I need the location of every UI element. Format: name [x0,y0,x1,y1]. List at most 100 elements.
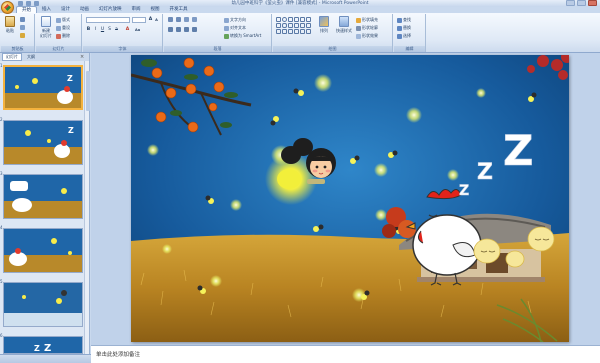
slide-thumbnail-4[interactable] [3,228,83,273]
notes-placeholder[interactable]: 单击此处添加备注 [96,350,140,358]
current-slide[interactable]: Z Z Z [131,55,569,342]
align-right-button[interactable] [184,27,189,32]
text-direction-button[interactable]: 文字方向 [224,17,246,23]
close-button[interactable] [588,0,597,6]
shape-curve-icon[interactable] [288,23,293,28]
paste-button[interactable]: 粘贴 [3,16,17,42]
increase-indent-icon [192,17,197,22]
strikethrough-icon[interactable]: a [114,27,119,33]
office-button[interactable] [1,1,14,14]
shape-arrow-icon[interactable] [294,17,299,22]
pane-scroll-thumb[interactable] [85,71,90,111]
tab-animations[interactable]: 动画 [75,6,94,13]
shape-textbox-icon[interactable] [276,23,281,28]
shrink-font-icon[interactable]: A [154,17,159,23]
shape-rounded-icon[interactable] [282,23,287,28]
align-left-icon [168,27,173,32]
shape-fill-icon [356,17,361,23]
pane-close-icon[interactable]: × [80,54,84,60]
shape-cube-icon[interactable] [306,29,311,34]
shape-outline-button[interactable]: 形状轮廓 [356,25,378,31]
bold-icon[interactable]: B [86,27,91,33]
slide-thumbnail-3[interactable] [3,174,83,219]
shape-callout-icon[interactable] [300,23,305,28]
group-label-font: 字体 [83,46,162,52]
tab-outline-pane[interactable]: 大纲 [24,54,38,60]
smartart-button[interactable]: 转换为 SmartArt [224,33,261,39]
tab-home[interactable]: 开始 [16,6,37,13]
tab-slideshow[interactable]: 幻灯片放映 [94,6,127,13]
justify-button[interactable] [192,27,197,32]
shadow-icon[interactable]: S [107,27,112,33]
shape-fill-label: 形状填充 [362,17,378,22]
change-case-icon[interactable]: Aa [135,27,140,33]
shape-heart-icon[interactable] [282,29,287,34]
font-name-combo[interactable] [86,17,130,23]
tab-design[interactable]: 设计 [56,6,75,13]
italic-icon[interactable]: I [93,27,98,33]
new-slide-button[interactable]: 新建 幻灯片 [38,16,54,42]
minimize-button[interactable] [566,0,575,6]
select-button[interactable]: 选择 [397,33,411,39]
group-label-editing: 编辑 [394,46,425,52]
tab-slides-pane[interactable]: 幻灯片 [2,53,22,61]
layout-label: 版式 [62,17,70,22]
align-center-button[interactable] [176,27,181,32]
thumb-scene: Z Z [4,337,82,354]
slide-thumbnail-1[interactable]: Z [3,65,83,110]
group-slides: 新建 幻灯片 版式 重设 删除 幻灯片 [36,14,82,52]
align-right-icon [184,27,189,32]
shape-fill-button[interactable]: 形状填充 [356,17,378,23]
shape-effects-button[interactable]: 形状效果 [356,33,378,39]
shape-triangle-icon[interactable] [300,17,305,22]
quick-styles-button[interactable]: 快速样式 [335,16,353,42]
numbering-button[interactable] [176,17,181,22]
slide-thumbnail-2[interactable]: Z [3,120,83,165]
svg-text:Z: Z [44,343,51,354]
shape-cloud-icon[interactable] [288,29,293,34]
group-clipboard: 粘贴 剪贴板 [1,14,35,52]
replace-button[interactable]: 替换 [397,25,411,31]
tab-developer[interactable]: 开发工具 [165,6,193,13]
align-text-button[interactable]: 对齐文本 [224,25,246,31]
shape-star-icon[interactable] [306,17,311,22]
pane-scrollbar[interactable] [84,61,90,354]
thumb-scene [4,175,82,218]
quick-styles-label: 快速样式 [336,28,352,33]
font-size-combo[interactable] [132,17,146,23]
increase-indent-button[interactable] [192,17,197,22]
slide-thumbnail-5[interactable] [3,282,83,327]
shape-oval-icon[interactable] [282,17,287,22]
cut-button[interactable] [20,17,25,22]
shape-line-icon[interactable] [288,17,293,22]
underline-icon[interactable]: U [100,27,105,33]
shape-more-icon[interactable] [306,23,311,28]
slide-thumbnail-6[interactable]: Z Z [3,336,83,354]
maximize-button[interactable] [577,0,586,6]
arrange-button[interactable]: 排列 [317,16,331,42]
shape-brace-icon[interactable] [294,23,299,28]
font-color-icon[interactable]: A [125,27,130,33]
shape-banner-icon[interactable] [300,29,305,34]
copy-button[interactable] [20,25,25,30]
new-slide-label: 新建 幻灯片 [40,28,52,38]
shapes-gallery[interactable] [276,17,311,34]
grow-font-icon[interactable]: A [148,17,153,23]
delete-slide-button[interactable]: 删除 [56,33,70,39]
notes-pane[interactable]: 单击此处添加备注 [91,345,600,363]
bullets-button[interactable] [168,17,173,22]
tab-view[interactable]: 视图 [146,6,165,13]
reset-button[interactable]: 重设 [56,25,70,31]
numbering-icon [176,17,181,22]
decrease-indent-button[interactable] [184,17,189,22]
shape-rectangle-icon[interactable] [276,17,281,22]
shape-flowchart-icon[interactable] [294,29,299,34]
layout-button[interactable]: 版式 [56,17,70,23]
align-left-button[interactable] [168,27,173,32]
tab-review[interactable]: 审阅 [127,6,146,13]
find-label: 查找 [403,17,411,22]
tab-insert[interactable]: 插入 [37,6,56,13]
format-painter-button[interactable] [20,33,25,38]
find-button[interactable]: 查找 [397,17,411,23]
shape-pentagon-icon[interactable] [276,29,281,34]
